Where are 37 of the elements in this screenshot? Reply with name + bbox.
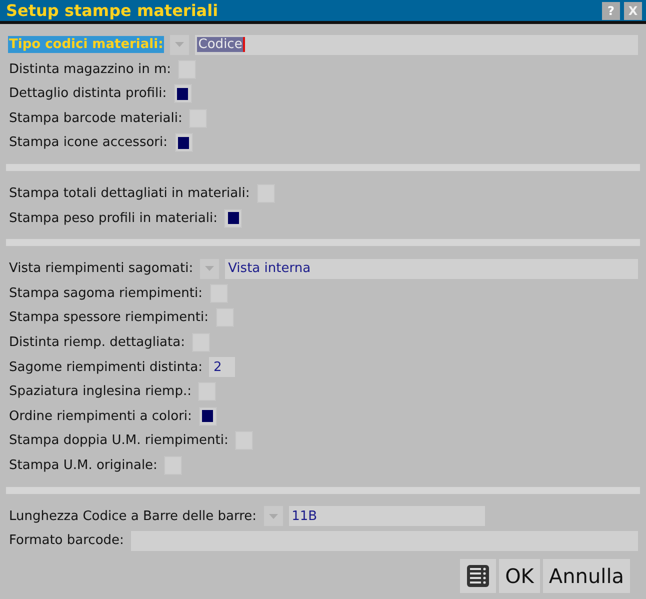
field-label: Formato barcode:	[8, 532, 125, 550]
dropdown-button[interactable]	[264, 506, 283, 526]
field-label: Vista riempimenti sagomati:	[8, 260, 194, 278]
checkbox[interactable]	[174, 133, 193, 152]
dropdown-field[interactable]: Vista interna	[225, 258, 638, 279]
cancel-button[interactable]: Annulla	[542, 559, 630, 593]
checkbox-label: Stampa peso profili in materiali:	[8, 210, 218, 227]
checkbox-label: Stampa doppia U.M. riempimenti:	[8, 432, 230, 450]
checkbox-label: Stampa icone accessori:	[8, 134, 169, 152]
checkbox-label: Ordine riempimenti a colori:	[8, 408, 193, 425]
checkbox-label: Stampa barcode materiali:	[8, 110, 184, 127]
field-label: Lunghezza Codice a Barre delle barre:	[8, 508, 258, 525]
checkbox-label: Stampa U.M. originale:	[8, 457, 158, 474]
caret-icon	[205, 266, 214, 272]
checkbox-label: Stampa spessore riempimenti:	[8, 309, 210, 326]
checkbox-label: Stampa sagoma riempimenti:	[8, 284, 204, 302]
dropdown-button[interactable]	[200, 258, 220, 279]
checkbox-label: Distinta magazzino in m:	[8, 60, 172, 78]
list-icon	[466, 564, 490, 588]
field-label: Sagome riempimenti distinta:	[8, 358, 204, 376]
dropdown-field[interactable]: 11B	[288, 506, 485, 526]
checkbox[interactable]	[174, 84, 192, 104]
checkbox-label: Spaziatura inglesina riemp.:	[8, 383, 192, 400]
dropdown-field[interactable]: Codice	[195, 34, 638, 55]
checkbox-label: Dettaglio distinta profili:	[8, 85, 168, 102]
number-field[interactable]: 2	[209, 357, 236, 378]
window-title: Setup stampe materiali	[6, 1, 220, 20]
field-label: Tipo codici materiali:	[8, 36, 164, 54]
ok-button[interactable]: OK	[499, 559, 540, 593]
checkbox-label: Distinta riemp. dettagliata:	[8, 334, 186, 352]
caret-icon	[175, 42, 184, 48]
list-button[interactable]	[460, 559, 496, 593]
checkbox[interactable]	[198, 406, 217, 426]
dropdown-button[interactable]	[170, 34, 190, 55]
checkbox-label: Stampa totali dettagliati in materiali:	[8, 185, 251, 202]
checkbox[interactable]	[224, 208, 242, 228]
caret-icon	[268, 514, 278, 519]
